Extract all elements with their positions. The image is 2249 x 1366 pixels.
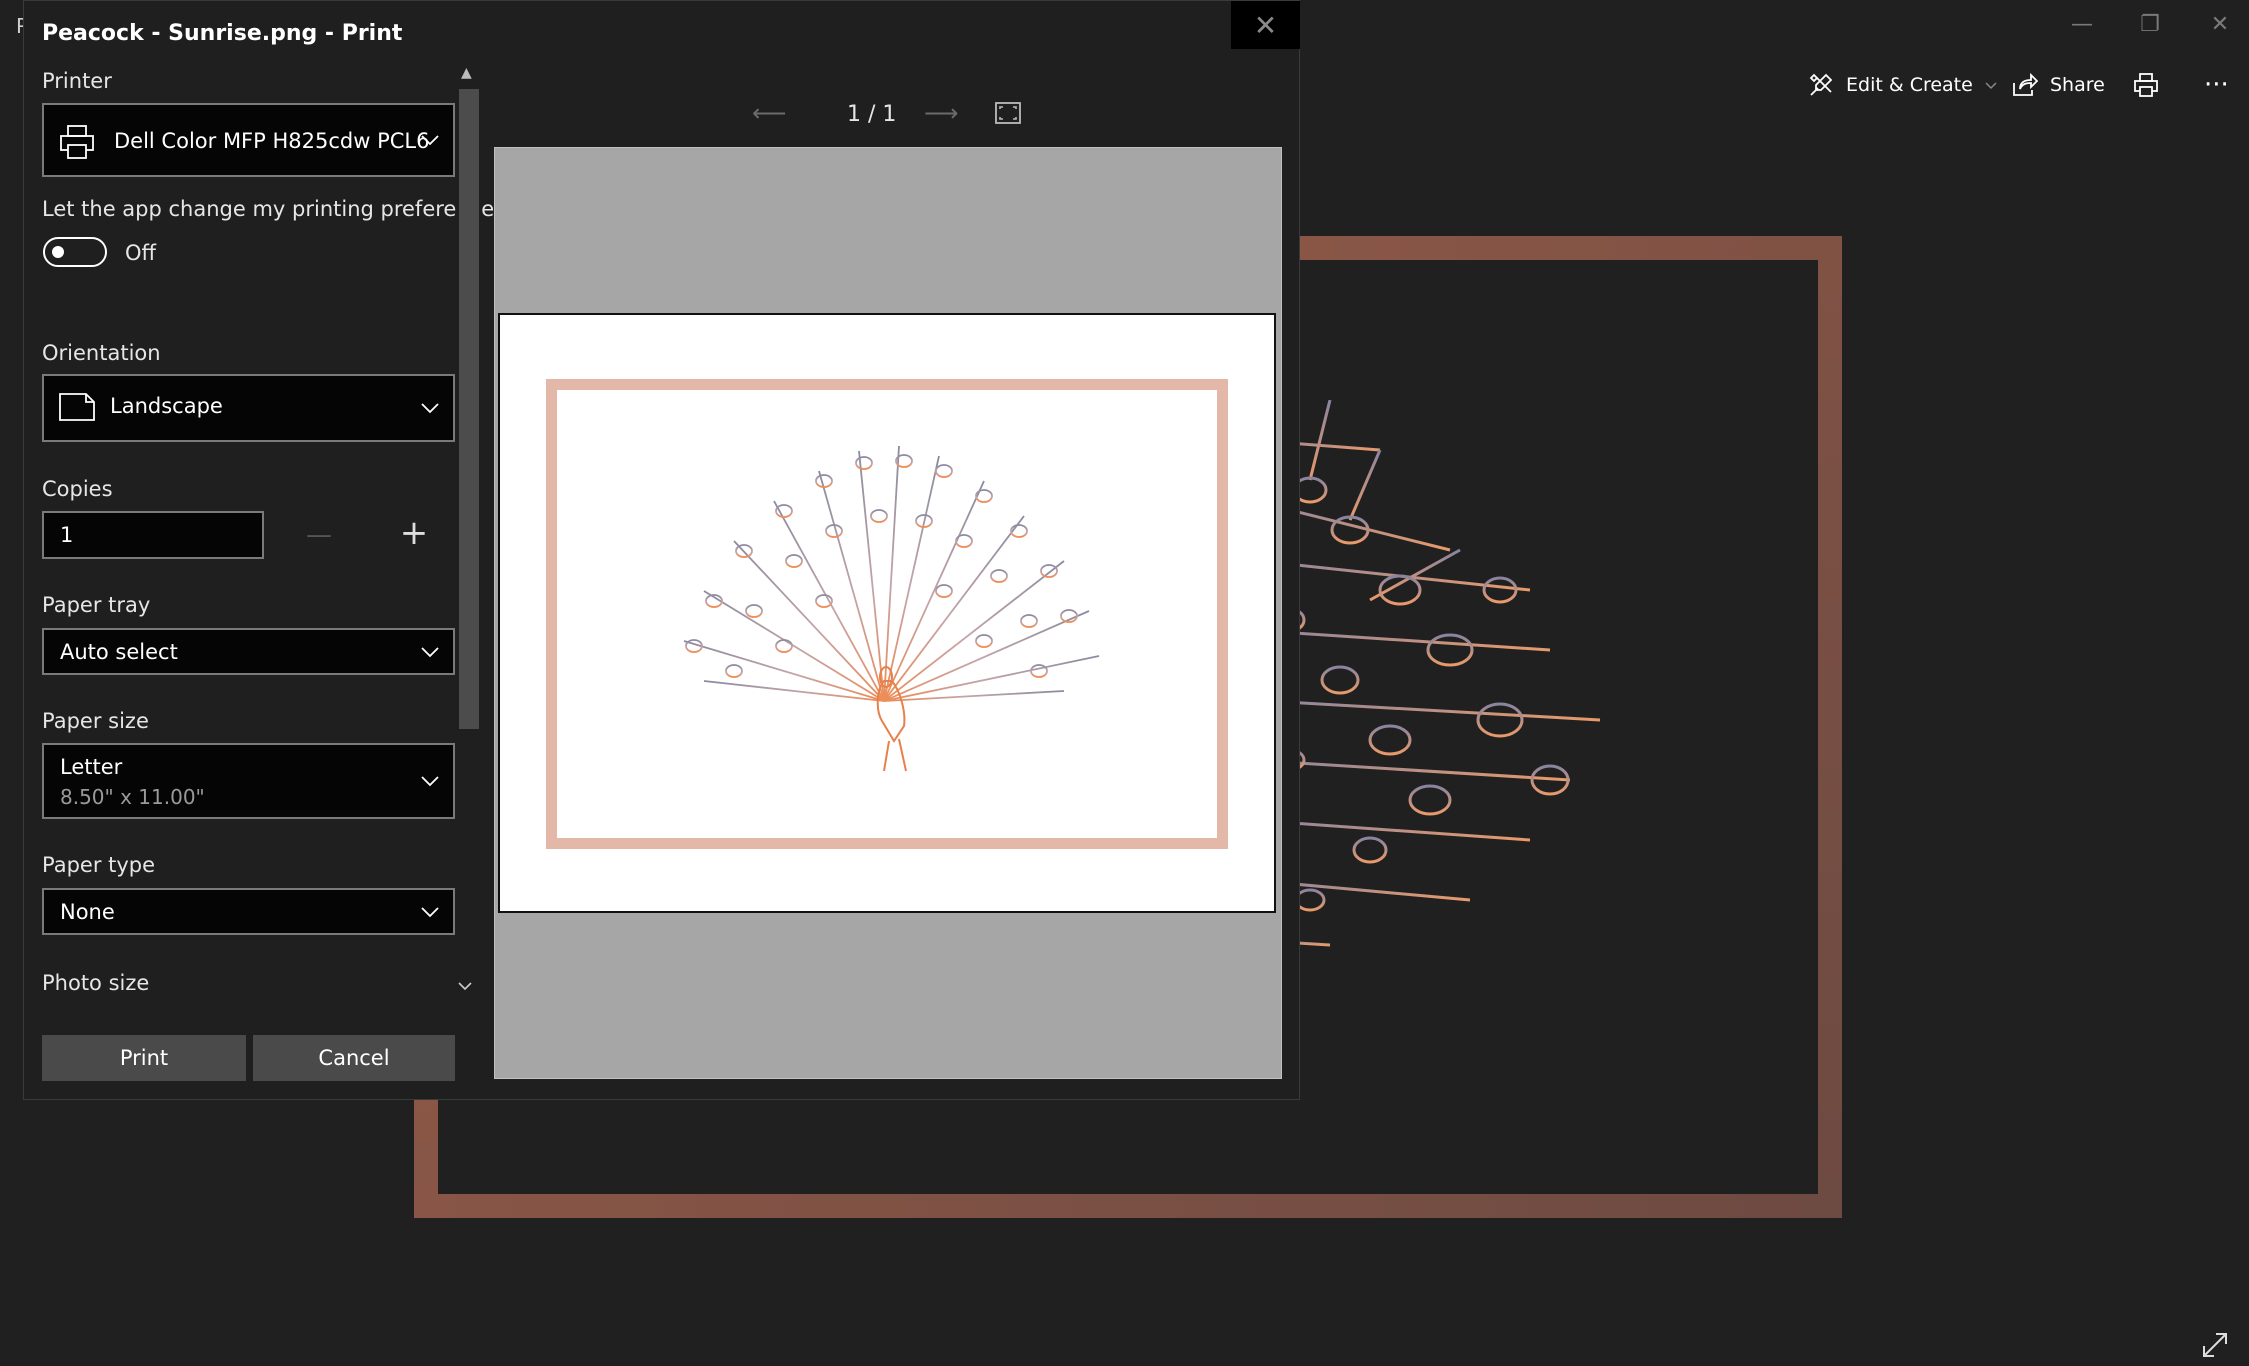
copies-input[interactable]: 1: [42, 511, 264, 559]
paper-size-select[interactable]: Letter 8.50" x 11.00": [42, 743, 455, 819]
prefs-toggle-state: Off: [125, 241, 156, 265]
paper-size-label: Paper size: [42, 709, 149, 733]
toggle-knob: [52, 246, 64, 258]
chevron-down-icon: [421, 906, 439, 917]
dialog-close-button[interactable]: ✕: [1231, 1, 1300, 49]
paper-tray-value: Auto select: [60, 640, 178, 664]
fit-page-icon[interactable]: [994, 101, 1022, 125]
prefs-toggle[interactable]: [43, 237, 107, 267]
printer-label: Printer: [42, 69, 112, 93]
paper-size-value: Letter: [60, 755, 123, 779]
paper-tray-label: Paper tray: [42, 593, 151, 617]
prefs-label: Let the app change my printing preferenc…: [42, 197, 506, 221]
printer-value: Dell Color MFP H825cdw PCL6: [114, 129, 430, 153]
print-toolbar-button[interactable]: [2133, 68, 2159, 102]
more-options-button[interactable]: ···: [2204, 68, 2229, 102]
print-dialog: Peacock - Sunrise.png - Print ✕ Printer …: [23, 0, 1300, 1100]
paper-type-select[interactable]: None: [42, 888, 455, 935]
scroll-up-arrow[interactable]: ▲: [461, 65, 472, 81]
scrollbar-thumb[interactable]: [459, 89, 479, 729]
restore-button[interactable]: ❐: [2120, 10, 2180, 40]
minimize-button[interactable]: —: [2052, 10, 2112, 40]
page-separator: /: [868, 102, 876, 127]
chevron-down-icon: [421, 646, 439, 657]
share-icon: [2013, 73, 2038, 96]
chevron-down-icon[interactable]: [458, 981, 472, 991]
chevron-down-icon: [421, 135, 439, 146]
previous-page-icon[interactable]: ⟵: [752, 99, 786, 127]
page-current: 1: [847, 102, 861, 127]
photo-size-label[interactable]: Photo size: [42, 971, 149, 995]
peacock-preview-image: [683, 445, 1100, 772]
share-label: Share: [2050, 74, 2105, 96]
copies-increment-button[interactable]: +: [394, 513, 434, 553]
chevron-down-icon: [1985, 82, 1997, 90]
orientation-value: Landscape: [110, 394, 223, 418]
print-button[interactable]: Print: [42, 1035, 246, 1081]
orientation-label: Orientation: [42, 341, 161, 365]
paper-size-detail: 8.50" x 11.00": [60, 785, 205, 809]
paper-tray-select[interactable]: Auto select: [42, 628, 455, 675]
page-landscape-icon: [59, 393, 95, 421]
copies-value: 1: [60, 523, 74, 547]
dialog-title: Peacock - Sunrise.png - Print: [42, 21, 403, 46]
peacock-image-background: [1250, 400, 1601, 947]
copies-label: Copies: [42, 477, 113, 501]
window-close-button[interactable]: ✕: [2190, 10, 2249, 40]
paper-type-value: None: [60, 900, 115, 924]
chevron-down-icon: [421, 776, 439, 787]
page-total: 1: [882, 102, 897, 127]
next-page-icon[interactable]: ⟶: [924, 99, 958, 127]
paper-type-label: Paper type: [42, 853, 156, 877]
chevron-down-icon: [421, 403, 439, 414]
printer-select[interactable]: Dell Color MFP H825cdw PCL6: [42, 103, 455, 177]
edit-create-button[interactable]: Edit & Create: [1808, 68, 1997, 102]
printer-icon: [60, 125, 94, 159]
cancel-button[interactable]: Cancel: [253, 1035, 455, 1081]
share-button[interactable]: Share: [2012, 68, 2105, 102]
edit-create-icon: [1809, 73, 1833, 96]
edit-create-label: Edit & Create: [1846, 74, 1973, 96]
printer-icon: [2134, 73, 2158, 97]
copies-decrement-button[interactable]: —: [299, 515, 339, 555]
expand-icon[interactable]: [2200, 1330, 2230, 1360]
orientation-select[interactable]: Landscape: [42, 374, 455, 442]
page-counter: 1 / 1: [847, 102, 896, 127]
